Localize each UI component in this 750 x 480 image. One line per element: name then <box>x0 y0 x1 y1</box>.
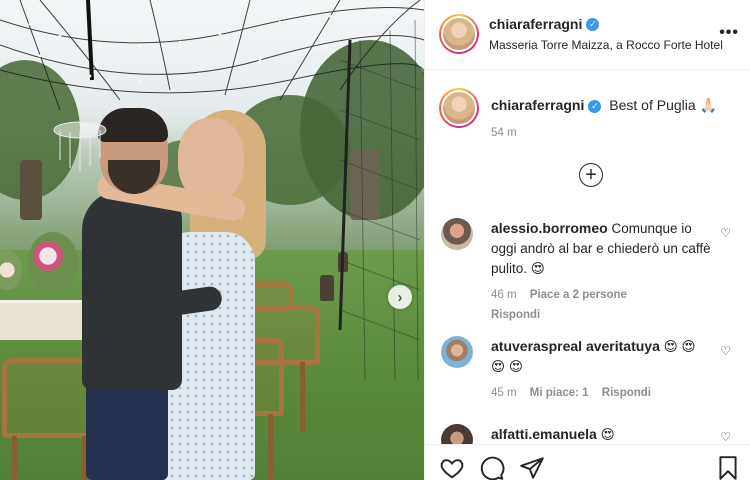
bookmark-icon[interactable] <box>715 455 741 480</box>
comment-body: alfatti.emanuela 😍 <box>491 424 713 445</box>
reply-button[interactable]: Rispondi <box>602 387 651 399</box>
comment-body: atuveraspreal averitatuya 😍 😍 😍 😍 45 m M… <box>491 336 713 403</box>
load-more-comments-button[interactable]: + <box>579 163 603 187</box>
post-location[interactable]: Masseria Torre Maizza, a Rocco Forte Hot… <box>489 38 723 52</box>
commenter-avatar[interactable] <box>441 218 473 250</box>
like-comment-heart-icon[interactable]: ♡ <box>720 430 731 444</box>
comment-text: 😍 <box>600 427 615 442</box>
chandelier <box>53 121 107 172</box>
commenter-avatar[interactable] <box>441 336 473 368</box>
verified-badge-icon: ✓ <box>586 18 600 32</box>
caption-text-block: chiaraferragni ✓ Best of Puglia 🙏🏻 54 m <box>491 96 741 142</box>
comment-likes[interactable]: Mi piace: 1 <box>530 387 589 399</box>
author-username[interactable]: chiaraferragni <box>489 16 582 32</box>
next-photo-button[interactable]: › <box>388 285 412 309</box>
caption-text: Best of Puglia 🙏🏻 <box>609 97 717 113</box>
post-details-panel: chiaraferragni ✓ Masseria Torre Maizza, a… <box>424 0 750 480</box>
author-avatar[interactable] <box>439 14 479 54</box>
avatar-image <box>441 16 477 52</box>
post-actions-bar <box>425 444 750 480</box>
avatar-image <box>441 90 477 126</box>
more-options-button[interactable]: ••• <box>719 24 739 42</box>
paper-plane-icon[interactable] <box>519 455 545 480</box>
post-header: chiaraferragni ✓ Masseria Torre Maizza, a… <box>425 0 750 70</box>
caption-username[interactable]: chiaraferragni <box>491 97 584 113</box>
comment-username[interactable]: atuveraspreal averitatuya <box>491 338 660 354</box>
comment-icon[interactable] <box>479 455 505 480</box>
like-comment-heart-icon[interactable]: ♡ <box>720 344 731 358</box>
comment-username[interactable]: alfatti.emanuela <box>491 426 597 442</box>
verified-badge-icon: ✓ <box>588 99 602 113</box>
comment-meta: 45 m Mi piace: 1 Rispondi <box>491 383 713 403</box>
caption-timestamp[interactable]: 54 m <box>491 124 741 142</box>
string-lights-canopy <box>0 0 424 381</box>
heart-icon[interactable] <box>439 455 465 480</box>
reply-button[interactable]: Rispondi <box>491 305 713 325</box>
plus-circle-icon: + <box>585 164 597 186</box>
comment-body: alessio.borromeo Comunque io oggi andrò … <box>491 218 713 325</box>
comment-likes[interactable]: Piace a 2 persone <box>530 289 627 301</box>
chevron-right-icon: › <box>397 288 403 306</box>
comment-meta: 46 m Piace a 2 persone Rispondi <box>491 285 713 325</box>
comment-username[interactable]: alessio.borromeo <box>491 220 608 236</box>
caption-author-avatar[interactable] <box>439 88 479 128</box>
like-comment-heart-icon[interactable]: ♡ <box>720 226 731 240</box>
comment-time[interactable]: 45 m <box>491 387 517 399</box>
post-photo[interactable]: › <box>0 0 424 480</box>
comment-time[interactable]: 46 m <box>491 289 517 301</box>
